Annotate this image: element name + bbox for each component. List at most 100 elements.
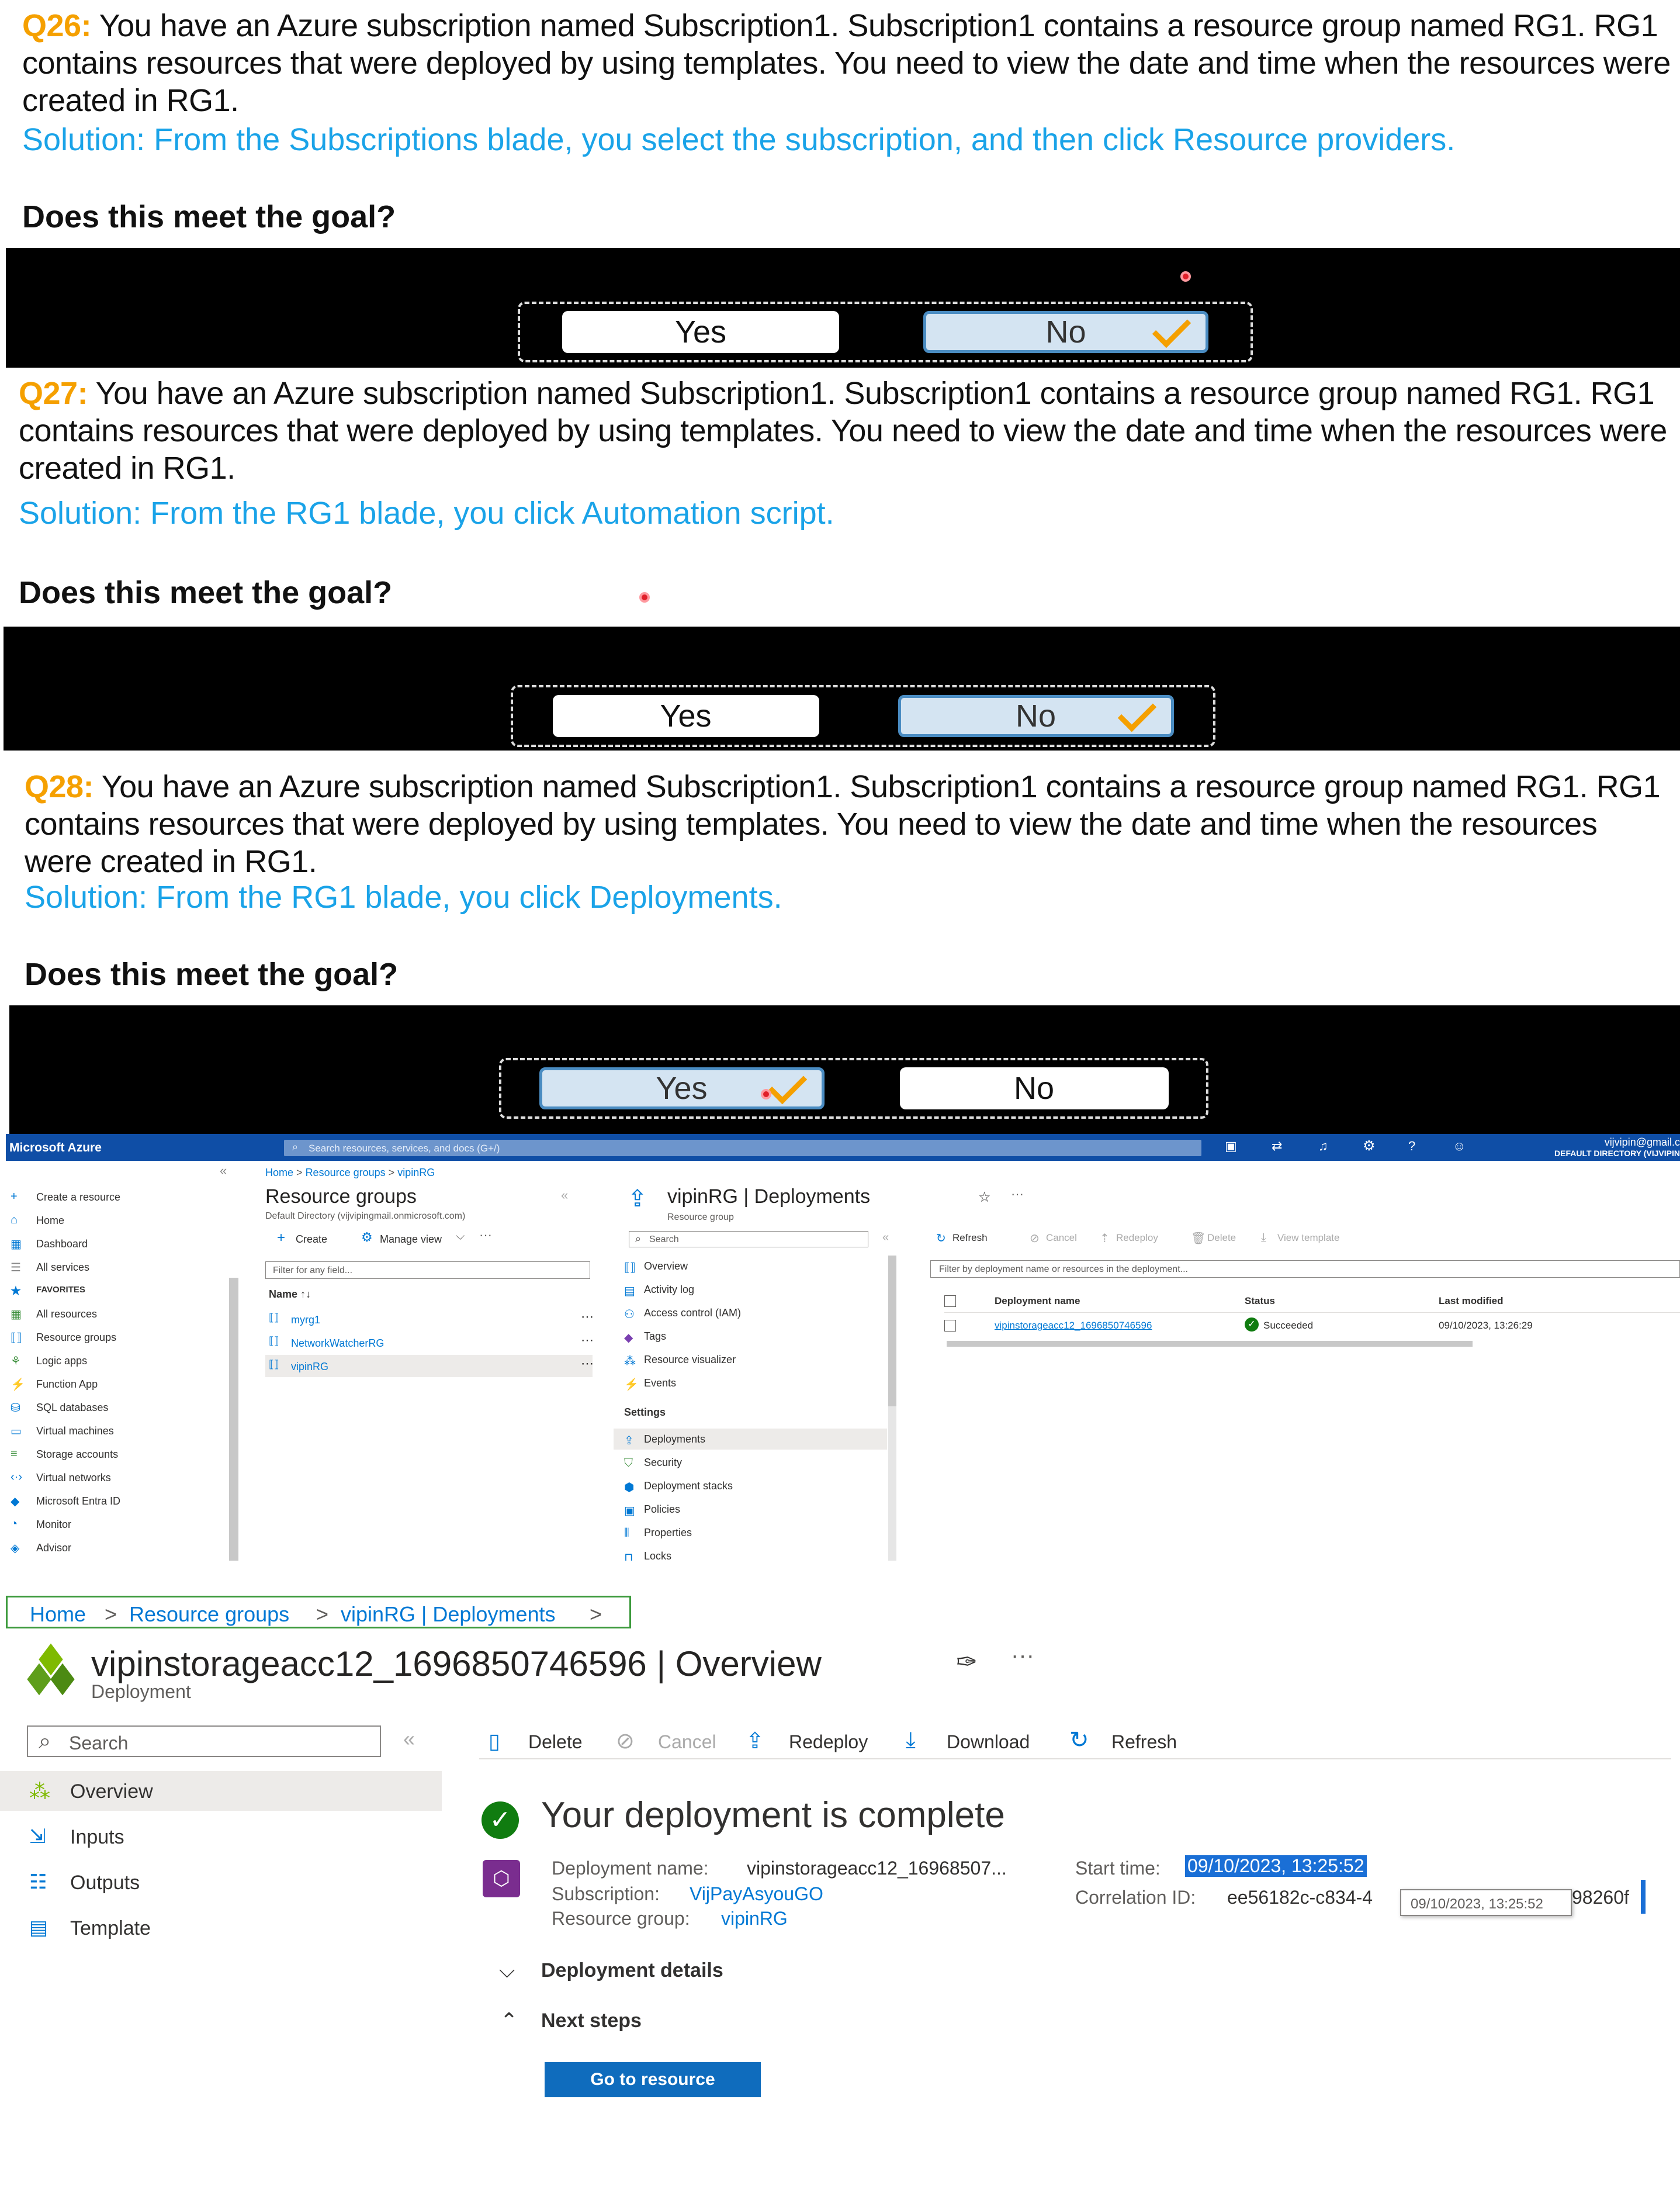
deployments-filter[interactable]: Filter by deployment name or resources i…: [930, 1260, 1680, 1278]
menu-tags[interactable]: ◆ Tags: [624, 1330, 666, 1344]
menu-search[interactable]: ⌕ Search: [27, 1725, 381, 1757]
breadcrumb-vipinrg[interactable]: vipinRG: [397, 1167, 435, 1178]
feedback-icon[interactable]: ☺: [1453, 1139, 1466, 1154]
breadcrumb-home[interactable]: Home: [30, 1602, 86, 1627]
create-button[interactable]: Create: [296, 1233, 327, 1246]
name-column-header[interactable]: Name ↑↓: [269, 1288, 311, 1301]
menu-scrollbar[interactable]: [888, 1256, 896, 1561]
subscription-link[interactable]: VijPayAsyouGO: [690, 1883, 823, 1905]
rg-link[interactable]: vipinRG: [291, 1361, 328, 1373]
breadcrumb-vipinrg-deployments[interactable]: vipinRG | Deployments: [341, 1602, 556, 1627]
nav-advisor[interactable]: ◈ Advisor: [11, 1542, 71, 1555]
no-button[interactable]: No: [899, 1067, 1169, 1109]
go-to-resource-button[interactable]: Go to resource: [545, 2062, 761, 2097]
col-last-modified[interactable]: Last modified: [1439, 1295, 1504, 1307]
bell-icon[interactable]: ♫: [1318, 1139, 1328, 1154]
select-all-checkbox[interactable]: [944, 1295, 956, 1307]
menu-iam[interactable]: ⚇ Access control (IAM): [624, 1307, 741, 1321]
breadcrumb-resource-groups[interactable]: Resource groups: [306, 1167, 386, 1178]
user-email[interactable]: vijvipin@gmail.c: [1605, 1136, 1680, 1149]
refresh-button[interactable]: Refresh: [1111, 1731, 1177, 1753]
nav-dashboard[interactable]: ▦ Dashboard: [11, 1238, 88, 1251]
nav-all-services[interactable]: ☰ All services: [11, 1261, 89, 1274]
menu-deployments[interactable]: ⇪ Deployments: [624, 1433, 705, 1447]
nav-virtual-machines[interactable]: ▭ Virtual machines: [11, 1425, 114, 1438]
cancel-button[interactable]: Cancel: [658, 1731, 716, 1753]
more-icon[interactable]: ···: [1011, 1642, 1034, 1669]
start-time-value[interactable]: 09/10/2023, 13:25:52: [1185, 1855, 1367, 1877]
download-button[interactable]: Download: [947, 1731, 1030, 1753]
global-search[interactable]: ⌕ Search resources, services, and docs (…: [284, 1140, 1201, 1156]
rg-row[interactable]: ⟦⟧ NetworkWatcherRG ⋯: [265, 1332, 594, 1354]
menu-overview-selected[interactable]: ⁂ Overview: [0, 1771, 442, 1811]
no-button[interactable]: No: [923, 309, 1208, 353]
cloud-shell-icon[interactable]: ▣: [1225, 1139, 1237, 1154]
collapse-icon[interactable]: «: [403, 1727, 415, 1751]
nav-create[interactable]: + Create a resource: [11, 1190, 120, 1204]
menu-search[interactable]: ⌕ Search: [629, 1231, 868, 1247]
manage-view-button[interactable]: Manage view: [380, 1233, 442, 1246]
delete-button[interactable]: Delete: [1207, 1232, 1236, 1244]
no-button[interactable]: No: [898, 693, 1174, 737]
nav-entra-id[interactable]: ◆ Microsoft Entra ID: [11, 1495, 120, 1508]
menu-activity-log[interactable]: ▤ Activity log: [624, 1284, 694, 1298]
delete-button[interactable]: Delete: [528, 1731, 583, 1753]
menu-security[interactable]: ⛉ Security: [624, 1457, 682, 1469]
horizontal-scrollbar[interactable]: [947, 1341, 1473, 1347]
table-row[interactable]: vipinstorageacc12_1696850746596 ✓ Succee…: [944, 1314, 1680, 1337]
nav-resource-groups[interactable]: ⟦⟧ Resource groups: [11, 1332, 116, 1344]
breadcrumb-resource-groups[interactable]: Resource groups: [129, 1602, 289, 1627]
col-status[interactable]: Status: [1245, 1295, 1275, 1307]
nav-sql-databases[interactable]: ⛁ SQL databases: [11, 1402, 108, 1415]
nav-home[interactable]: ⌂ Home: [11, 1213, 64, 1227]
deployment-details-toggle[interactable]: Deployment details: [541, 1959, 723, 1982]
pin-icon[interactable]: ✑: [956, 1647, 978, 1677]
next-steps-toggle[interactable]: Next steps: [541, 2010, 642, 2032]
yes-button[interactable]: Yes: [539, 1065, 825, 1109]
nav-function-app[interactable]: ⚡ Function App: [11, 1378, 98, 1391]
menu-deployment-stacks[interactable]: ⬢ Deployment stacks: [624, 1480, 733, 1494]
menu-properties[interactable]: ⦀ Properties: [624, 1527, 692, 1540]
cancel-button[interactable]: Cancel: [1046, 1232, 1077, 1244]
rg-row[interactable]: ⟦⟧ myrg1 ⋯: [265, 1308, 594, 1330]
menu-events[interactable]: ⚡ Events: [624, 1377, 676, 1391]
gear-icon[interactable]: ⚙: [1363, 1137, 1376, 1154]
nav-virtual-networks[interactable]: ‹·› Virtual networks: [11, 1471, 111, 1484]
menu-template[interactable]: ▤ Template: [0, 1908, 442, 1948]
deployment-name-link[interactable]: vipinstorageacc12_1696850746596: [995, 1320, 1152, 1332]
col-deployment-name[interactable]: Deployment name: [995, 1295, 1080, 1307]
scrollbar-thumb[interactable]: [888, 1256, 896, 1406]
nav-all-resources[interactable]: ▦ All resources: [11, 1308, 97, 1321]
filter-input[interactable]: Filter for any field...: [265, 1261, 590, 1279]
pin-icon[interactable]: ☆: [978, 1189, 991, 1206]
row-checkbox[interactable]: [944, 1320, 956, 1332]
menu-resource-visualizer[interactable]: ⁂ Resource visualizer: [624, 1354, 736, 1368]
rg-link[interactable]: NetworkWatcherRG: [291, 1337, 384, 1350]
collapse-icon[interactable]: «: [561, 1188, 568, 1203]
redeploy-button[interactable]: Redeploy: [789, 1731, 868, 1753]
menu-policies[interactable]: ▣ Policies: [624, 1503, 680, 1517]
breadcrumb-home[interactable]: Home: [265, 1167, 293, 1178]
more-icon[interactable]: ⋯: [581, 1309, 594, 1325]
more-icon[interactable]: ···: [1011, 1187, 1024, 1202]
help-icon[interactable]: ?: [1408, 1139, 1415, 1154]
more-icon[interactable]: ···: [479, 1227, 492, 1243]
yes-button[interactable]: Yes: [552, 695, 819, 737]
menu-overview[interactable]: ⟦⟧ Overview: [624, 1260, 688, 1274]
rg-link[interactable]: myrg1: [291, 1314, 320, 1326]
yes-button[interactable]: Yes: [562, 311, 839, 353]
menu-outputs[interactable]: ☷ Outputs: [0, 1862, 442, 1902]
rg-row-selected[interactable]: ⟦⟧ vipinRG ⋯: [265, 1355, 594, 1377]
view-template-button[interactable]: View template: [1277, 1232, 1339, 1244]
more-icon[interactable]: ⋯: [581, 1333, 594, 1348]
collapse-icon[interactable]: «: [882, 1231, 889, 1244]
nav-logic-apps[interactable]: ⚘ Logic apps: [11, 1355, 87, 1368]
resource-group-link[interactable]: vipinRG: [721, 1908, 788, 1929]
redeploy-button[interactable]: Redeploy: [1116, 1232, 1158, 1244]
more-icon[interactable]: ⋯: [581, 1356, 594, 1371]
menu-inputs[interactable]: ⇲ Inputs: [0, 1817, 442, 1856]
nav-monitor[interactable]: ◔ Monitor: [11, 1517, 71, 1531]
refresh-button[interactable]: Refresh: [952, 1232, 988, 1244]
directory-icon[interactable]: ⇄: [1272, 1139, 1282, 1154]
nav-storage-accounts[interactable]: ≡ Storage accounts: [11, 1447, 118, 1461]
